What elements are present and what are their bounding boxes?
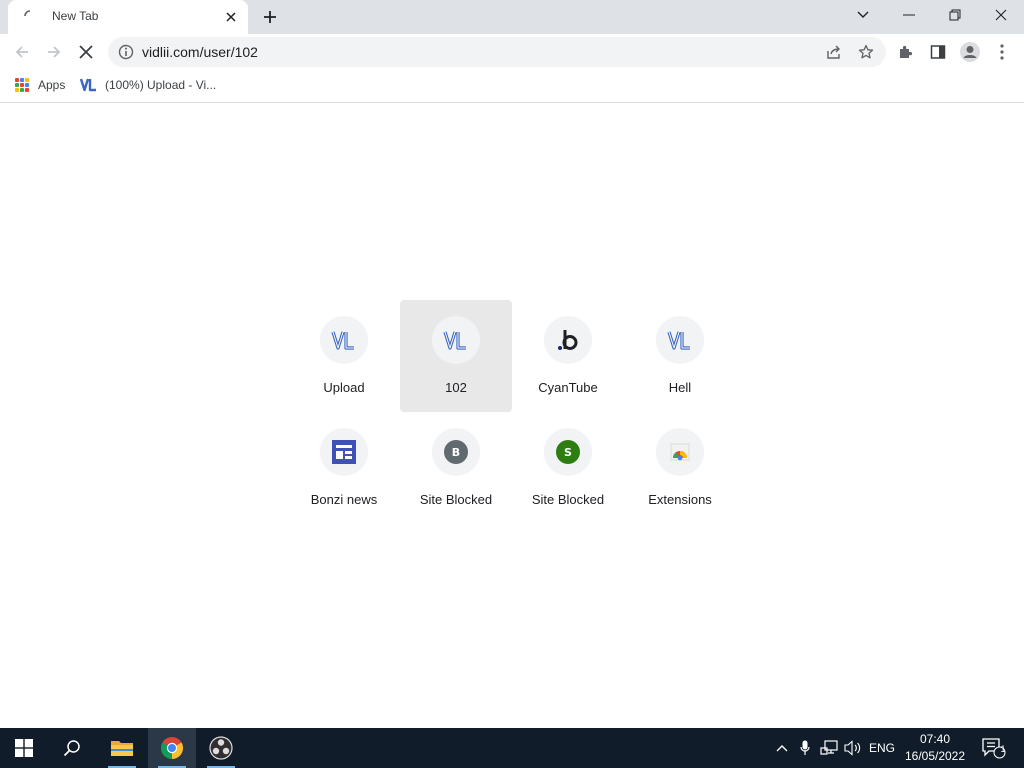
vidlii-logo-icon <box>320 316 368 364</box>
bookmark-label: Apps <box>38 78 66 92</box>
taskbar-obs[interactable] <box>197 728 245 768</box>
shortcut-label: Site Blocked <box>531 492 605 507</box>
cyantube-b-icon <box>544 316 592 364</box>
letter-badge: S <box>556 440 580 464</box>
minimize-icon <box>903 14 915 16</box>
taskbar-clock[interactable]: 07:40 16/05/2022 <box>900 731 970 765</box>
loading-favicon-icon <box>24 10 31 17</box>
apps-grid-icon <box>15 78 29 92</box>
folder-icon <box>111 741 133 756</box>
start-button[interactable] <box>0 728 48 768</box>
microphone-button[interactable] <box>795 728 815 768</box>
forward-button[interactable] <box>40 38 68 66</box>
clock-time: 07:40 <box>919 732 951 746</box>
windows-taskbar: ENG 07:40 16/05/2022 1 <box>0 728 1024 768</box>
extensions-puzzle-icon[interactable] <box>894 40 918 64</box>
address-bar[interactable]: vidlii.com/user/102 <box>108 37 886 67</box>
tab-strip: New Tab <box>0 0 1024 34</box>
taskbar-chrome[interactable] <box>148 728 196 768</box>
search-button[interactable] <box>48 728 96 768</box>
back-button[interactable] <box>8 38 36 66</box>
taskbar-file-explorer[interactable] <box>98 728 146 768</box>
browser-toolbar: vidlii.com/user/102 <box>0 34 1024 70</box>
profile-avatar-icon[interactable] <box>958 40 982 64</box>
shortcut-label: Hell <box>668 380 692 395</box>
vidlii-logo-icon <box>432 316 480 364</box>
input-language-indicator[interactable]: ENG <box>866 728 898 768</box>
action-center-button[interactable]: 1 <box>976 728 1010 768</box>
side-panel-icon[interactable] <box>926 40 950 64</box>
shortcut-label: Extensions <box>648 492 712 507</box>
bookmark-apps[interactable]: Apps <box>15 75 65 95</box>
news-layout-icon <box>320 428 368 476</box>
vidlii-logo-icon <box>80 78 96 92</box>
site-info-icon[interactable] <box>118 44 134 60</box>
restore-button[interactable] <box>932 0 978 30</box>
share-icon[interactable] <box>824 42 844 62</box>
shortcut-tile[interactable]: Bonzi news <box>288 412 400 524</box>
chrome-icon <box>161 737 183 759</box>
tab-search-button[interactable] <box>840 0 886 30</box>
volume-button[interactable] <box>842 728 864 768</box>
letter-badge: B <box>444 440 468 464</box>
letter-b-icon: B <box>432 428 480 476</box>
show-hidden-icons-button[interactable] <box>772 728 792 768</box>
new-tab-button[interactable] <box>259 6 281 28</box>
shortcut-tile[interactable]: Upload <box>288 300 400 412</box>
close-icon <box>995 9 1007 21</box>
tab-title: New Tab <box>52 9 99 23</box>
shortcut-tile[interactable]: Extensions <box>624 412 736 524</box>
shortcut-label: Site Blocked <box>419 492 493 507</box>
shortcut-tile[interactable]: 102 <box>400 300 512 412</box>
menu-kebab-icon[interactable] <box>990 40 1014 64</box>
notification-count: 1 <box>1000 744 1006 754</box>
chrome-web-store-icon <box>656 428 704 476</box>
bookmarks-bar: Apps (100%) Upload - Vi... <box>0 70 1024 103</box>
bookmark-label: (100%) Upload - Vi... <box>105 78 217 92</box>
shortcut-label: 102 <box>445 380 467 395</box>
network-icon <box>820 740 838 755</box>
url-text[interactable]: vidlii.com/user/102 <box>142 44 258 60</box>
close-window-button[interactable] <box>978 0 1024 30</box>
clock-date: 16/05/2022 <box>904 749 966 763</box>
back-arrow-icon <box>15 46 28 58</box>
speaker-icon <box>844 740 861 756</box>
shortcut-label: CyanTube <box>538 380 598 395</box>
shortcut-tile[interactable]: S Site Blocked <box>512 412 624 524</box>
shortcut-label: Bonzi news <box>310 492 378 507</box>
stop-loading-button[interactable] <box>72 38 100 66</box>
network-button[interactable] <box>818 728 840 768</box>
obs-icon <box>209 736 233 760</box>
tab-close-icon[interactable] <box>222 8 240 26</box>
bookmark-upload-vidlii[interactable]: (100%) Upload - Vi... <box>80 75 216 95</box>
plus-icon <box>264 11 276 23</box>
vidlii-logo-icon <box>656 316 704 364</box>
chevron-up-icon <box>776 745 788 752</box>
shortcut-tile[interactable]: B Site Blocked <box>400 412 512 524</box>
restore-icon <box>949 9 961 21</box>
minimize-button[interactable] <box>886 0 932 30</box>
forward-arrow-icon <box>48 46 61 58</box>
stop-icon <box>79 45 93 59</box>
microphone-icon <box>800 740 810 755</box>
active-tab[interactable]: New Tab <box>8 0 248 34</box>
shortcut-label: Upload <box>323 380 365 395</box>
search-icon <box>63 740 80 757</box>
chevron-down-icon <box>857 11 869 18</box>
letter-s-icon: S <box>544 428 592 476</box>
bookmark-star-icon[interactable] <box>856 42 876 62</box>
shortcut-tile[interactable]: CyanTube <box>512 300 624 412</box>
windows-logo-icon <box>15 739 33 757</box>
shortcut-tile[interactable]: Hell <box>624 300 736 412</box>
